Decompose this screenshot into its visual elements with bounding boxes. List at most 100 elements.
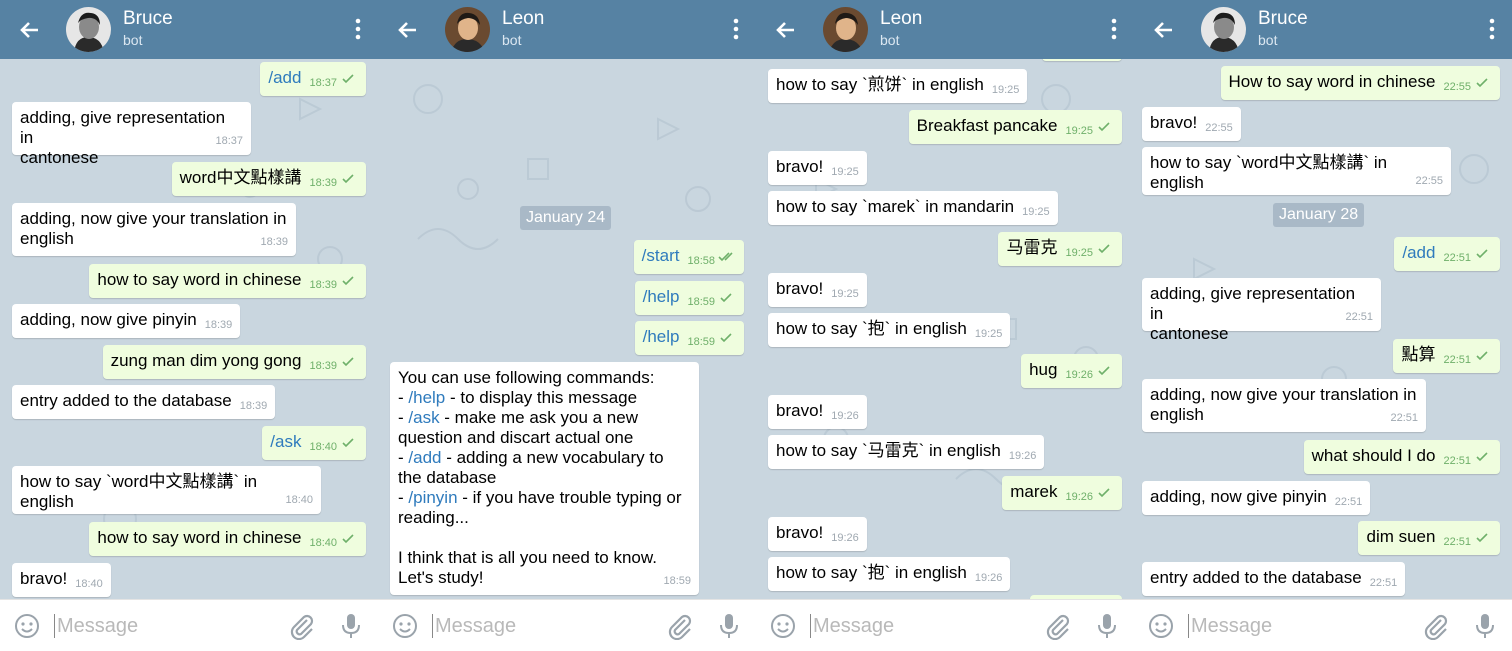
message-text: bravo! [776, 279, 824, 298]
message-text: adding, give representation in cantonese [1150, 284, 1356, 343]
message-time: 18:39 [309, 360, 337, 372]
message-in[interactable]: entry added to the database 22:51 [1142, 562, 1406, 596]
back-arrow-icon[interactable] [1150, 16, 1178, 44]
read-check-icon [1098, 488, 1110, 498]
microphone-icon[interactable] [340, 612, 362, 640]
message-in[interactable]: how to say `marek` in mandarin 19:25 [768, 191, 1058, 225]
message-out[interactable]: how to say word in chinese 18:39 [89, 264, 366, 298]
message-input[interactable]: Message [1188, 614, 1272, 638]
command-link[interactable]: /pinyin [408, 488, 457, 507]
contact-status: bot [1258, 32, 1278, 48]
emoji-icon[interactable] [770, 613, 796, 639]
more-vert-icon[interactable] [1488, 18, 1496, 40]
attach-icon[interactable] [288, 612, 316, 640]
message-time: 22:51 [1443, 455, 1471, 467]
message-text: dim suen [1366, 527, 1436, 546]
back-arrow-icon[interactable] [772, 16, 800, 44]
message-out[interactable]: what should I do 22:51 [1303, 440, 1500, 474]
message-input[interactable]: Message [432, 614, 516, 638]
message-out-partial [1042, 59, 1122, 61]
attach-icon[interactable] [666, 612, 694, 640]
help-message[interactable]: You can use following commands: - /help … [390, 362, 699, 595]
message-in[interactable]: how to say `word中文點樣講` in english 18:40 [12, 466, 321, 514]
message-time: 19:25 [991, 84, 1020, 96]
message-time: 19:26 [831, 532, 859, 544]
message-in[interactable]: adding, now give your translation in eng… [1142, 379, 1426, 432]
more-vert-icon[interactable] [354, 18, 362, 40]
message-text: bravo! [776, 523, 824, 542]
command-link[interactable]: /ask [408, 408, 439, 427]
emoji-icon[interactable] [14, 613, 40, 639]
message-text: 马雷克 [1006, 238, 1058, 257]
message-in[interactable]: bravo! 19:26 [768, 517, 867, 551]
message-in[interactable]: how to say `抱` in english 19:26 [768, 557, 1011, 591]
message-in[interactable]: how to say `煎饼` in english 19:25 [768, 69, 1028, 103]
avatar[interactable] [445, 7, 490, 52]
message-in[interactable]: how to say `word中文點樣講` in english 22:55 [1142, 147, 1451, 195]
command-link[interactable]: /help [408, 388, 445, 407]
message-text: zung man dim yong gong [110, 351, 302, 370]
message-in[interactable]: bravo! 19:25 [768, 273, 867, 307]
attach-icon[interactable] [1044, 612, 1072, 640]
compose-bar: Message [0, 599, 378, 651]
more-vert-icon[interactable] [732, 18, 740, 40]
message-in[interactable]: how to say `抱` in english 19:25 [768, 313, 1011, 347]
message-time: 18:40 [75, 578, 103, 590]
message-in[interactable]: bravo! 18:40 [12, 563, 111, 597]
message-text: how to say `抱` in english [776, 563, 967, 582]
message-out[interactable]: /help 18:59 [634, 321, 744, 355]
message-out[interactable]: zung man dim yong gong 18:39 [102, 345, 366, 379]
message-input[interactable]: Message [54, 614, 138, 638]
message-out[interactable]: 點算 22:51 [1393, 339, 1500, 373]
message-in[interactable]: adding, give representation in cantonese… [12, 102, 251, 167]
message-in[interactable]: bravo! 22:55 [1142, 107, 1241, 141]
message-out[interactable]: word中文點樣講 18:39 [171, 162, 366, 196]
avatar[interactable] [823, 7, 868, 52]
compose-bar: Message [1134, 599, 1512, 651]
avatar[interactable] [66, 7, 111, 52]
message-out[interactable]: marek 19:26 [1002, 476, 1122, 510]
message-in[interactable]: adding, now give pinyin 22:51 [1142, 481, 1371, 515]
message-out[interactable]: 马雷克 19:25 [998, 232, 1122, 266]
message-in[interactable]: adding, now give pinyin 18:39 [12, 304, 241, 338]
message-in[interactable]: adding, now give your translation in eng… [12, 203, 296, 256]
chat-header: Leon bot [756, 0, 1134, 59]
message-in[interactable]: how to say `马雷克` in english 19:26 [768, 435, 1045, 469]
command-text: /help [642, 327, 680, 346]
message-out[interactable]: /add 22:51 [1394, 237, 1500, 271]
message-out[interactable]: /ask 18:40 [262, 426, 366, 460]
back-arrow-icon[interactable] [394, 16, 422, 44]
microphone-icon[interactable] [718, 612, 740, 640]
back-arrow-icon[interactable] [16, 16, 44, 44]
message-in[interactable]: bravo! 19:26 [768, 395, 867, 429]
message-text: hug [1029, 360, 1058, 379]
message-input[interactable]: Message [810, 614, 894, 638]
message-time: 19:26 [1065, 491, 1093, 503]
command-link[interactable]: /add [408, 448, 441, 467]
message-out[interactable]: /start 18:58 [633, 240, 744, 274]
message-time: 18:40 [309, 441, 337, 453]
message-out[interactable]: how to say word in chinese 18:40 [89, 522, 366, 556]
message-text: entry added to the database [20, 391, 232, 410]
more-vert-icon[interactable] [1110, 18, 1118, 40]
message-out[interactable]: /add 18:37 [260, 62, 366, 96]
message-out[interactable]: hug 19:26 [1021, 354, 1122, 388]
message-out[interactable]: How to say word in chinese 22:55 [1220, 66, 1500, 100]
avatar[interactable] [1201, 7, 1246, 52]
message-out[interactable]: Breakfast pancake 19:25 [908, 110, 1122, 144]
microphone-icon[interactable] [1474, 612, 1496, 640]
emoji-icon[interactable] [1148, 613, 1174, 639]
message-in[interactable]: bravo! 19:25 [768, 151, 867, 185]
microphone-icon[interactable] [1096, 612, 1118, 640]
message-out[interactable]: /help 18:59 [634, 281, 744, 315]
message-in[interactable]: adding, give representation in cantonese… [1142, 278, 1381, 343]
message-time: 19:25 [1022, 206, 1050, 218]
chat-header: Leon bot [378, 0, 756, 59]
message-out[interactable]: dim suen 22:51 [1358, 521, 1500, 555]
message-time: 22:51 [1443, 252, 1471, 264]
read-check-icon [1476, 351, 1488, 361]
attach-icon[interactable] [1422, 612, 1450, 640]
emoji-icon[interactable] [392, 613, 418, 639]
message-in[interactable]: entry added to the database 18:39 [12, 385, 276, 419]
message-time: 19:26 [831, 410, 859, 422]
